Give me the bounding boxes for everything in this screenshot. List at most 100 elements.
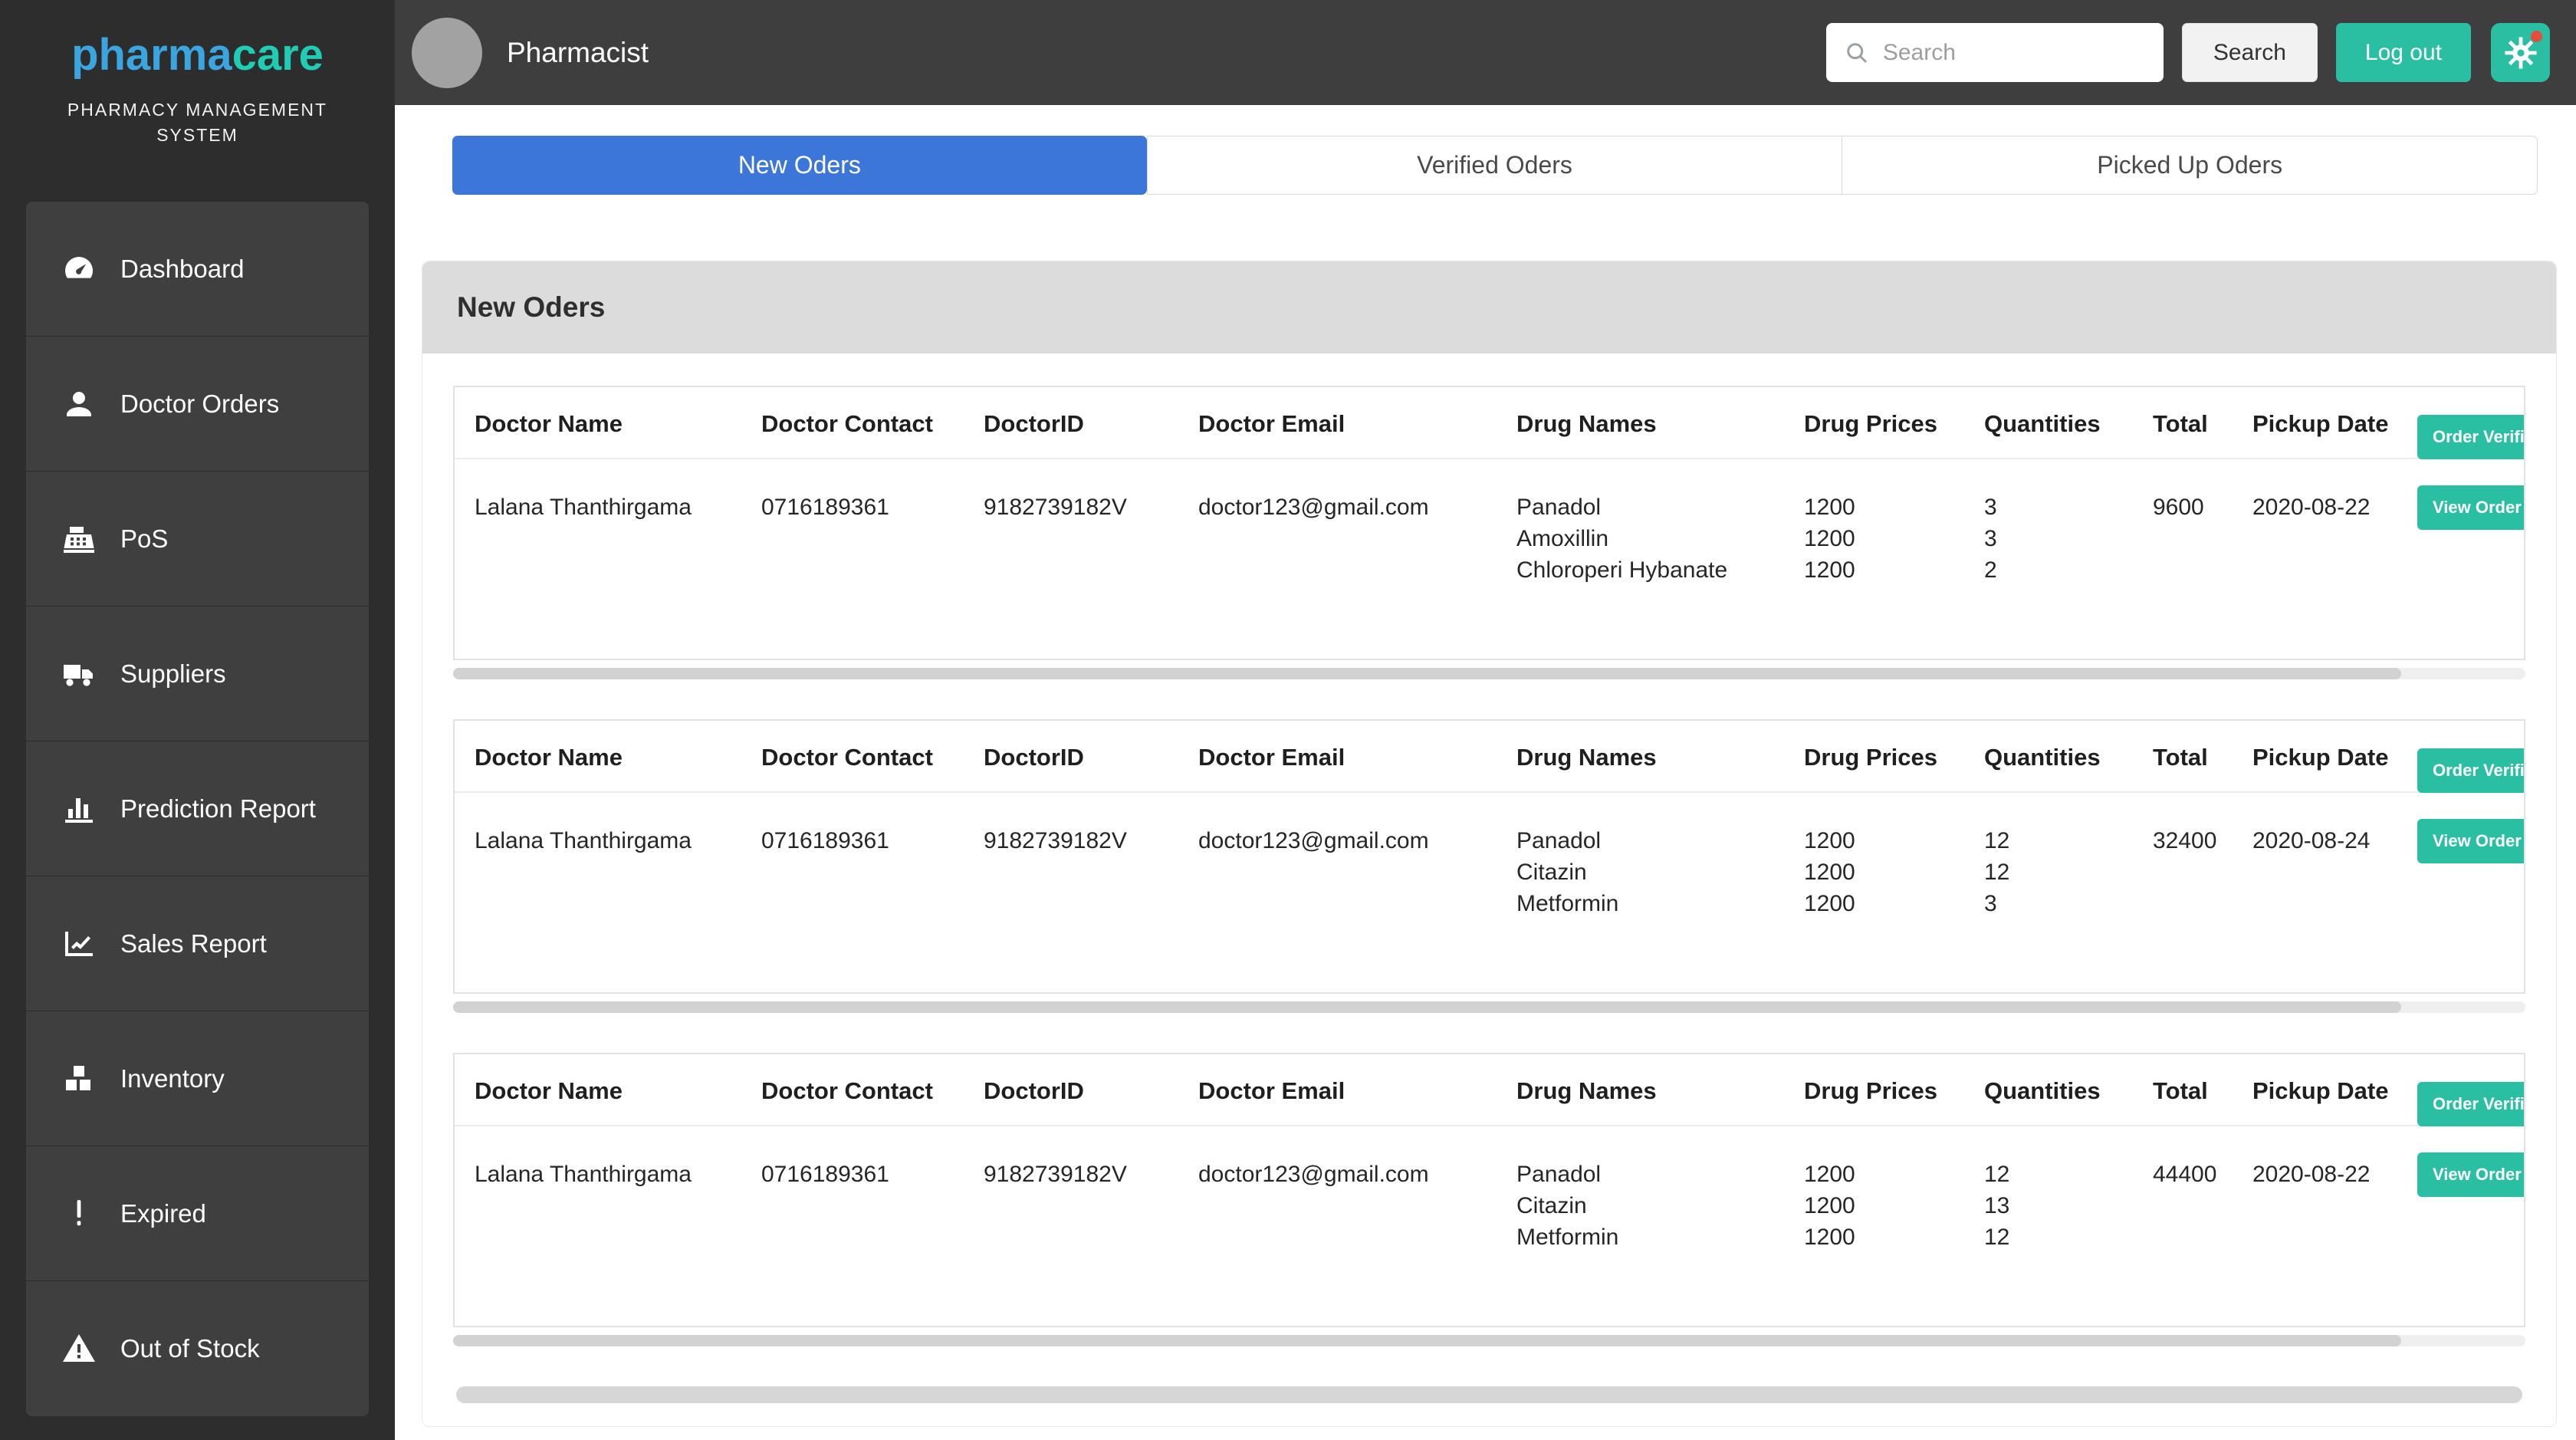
col-quantities: Quantities	[1984, 1054, 2153, 1125]
scrollbar-thumb[interactable]	[453, 668, 2401, 679]
quantities: 12 12 3	[1984, 793, 2153, 992]
order-row: Lalana Thanthirgama 0716189361 918273918…	[455, 1126, 2524, 1326]
drug-name: Panadol	[1516, 1159, 1790, 1190]
doctor-id: 9182739182V	[984, 1126, 1198, 1326]
sidebar-item-prediction-report[interactable]: Prediction Report	[26, 741, 369, 876]
quantity: 13	[1984, 1190, 2139, 1221]
view-order-button[interactable]: View Order	[2417, 819, 2525, 863]
sidebar-item-label: PoS	[120, 524, 168, 554]
search-icon	[1843, 39, 1871, 67]
col-doctor-email: Doctor Email	[1198, 1054, 1516, 1125]
sidebar-item-label: Prediction Report	[120, 794, 316, 824]
drug-price: 1200	[1804, 1221, 1970, 1253]
table-horizontal-scrollbar[interactable]	[453, 1335, 2525, 1346]
sidebar-item-suppliers[interactable]: Suppliers	[26, 607, 369, 741]
brand-tagline-line2: SYSTEM	[0, 123, 395, 148]
tab-verified-orders[interactable]: Verified Oders	[1147, 136, 1843, 195]
drug-name: Chloroperi Hybanate	[1516, 554, 1790, 586]
sidebar-item-out-of-stock[interactable]: Out of Stock	[26, 1281, 369, 1416]
app-root: pharmacare PHARMACY MANAGEMENT SYSTEM Da…	[0, 0, 2576, 1440]
tab-new-orders[interactable]: New Oders	[452, 136, 1147, 195]
view-order-button[interactable]: View Order	[2417, 1152, 2525, 1197]
doctor-id: 9182739182V	[984, 459, 1198, 659]
col-doctor-id: DoctorID	[984, 721, 1198, 791]
brand-logo-secondary: care	[232, 30, 324, 80]
col-total: Total	[2153, 721, 2252, 791]
view-order-button[interactable]: View Order	[2417, 485, 2525, 530]
quantity: 12	[1984, 1159, 2139, 1190]
order-verified-button[interactable]: Order Verified	[2417, 1082, 2525, 1126]
order-table-wrap: Doctor Name Doctor Contact DoctorID Doct…	[453, 1053, 2525, 1327]
pos-icon	[61, 521, 97, 557]
exclamation-icon	[61, 1195, 97, 1232]
sidebar-item-pos[interactable]: PoS	[26, 472, 369, 607]
drug-name: Amoxillin	[1516, 523, 1790, 554]
sidebar-item-dashboard[interactable]: Dashboard	[26, 202, 369, 337]
settings-button[interactable]	[2491, 23, 2550, 82]
drug-names: Panadol Amoxillin Chloroperi Hybanate	[1516, 459, 1804, 659]
quantity: 3	[1984, 492, 2139, 523]
new-orders-panel: New Oders Doctor Name Doctor Contact Doc…	[422, 261, 2557, 1427]
col-doctor-name: Doctor Name	[455, 721, 761, 791]
doctor-contact: 0716189361	[761, 459, 984, 659]
sidebar-menu: Dashboard Doctor Orders PoS Suppliers Pr…	[26, 202, 369, 1416]
col-drug-names: Drug Names	[1516, 1054, 1804, 1125]
sidebar-item-sales-report[interactable]: Sales Report	[26, 876, 369, 1011]
drug-names: Panadol Citazin Metformin	[1516, 1126, 1804, 1326]
order-row: Lalana Thanthirgama 0716189361 918273918…	[455, 793, 2524, 992]
drug-name: Panadol	[1516, 492, 1790, 523]
table-header-row: Doctor Name Doctor Contact DoctorID Doct…	[455, 387, 2524, 459]
drug-price: 1200	[1804, 523, 1970, 554]
sidebar-item-inventory[interactable]: Inventory	[26, 1011, 369, 1146]
drug-prices: 1200 1200 1200	[1804, 459, 1984, 659]
search-button[interactable]: Search	[2182, 23, 2318, 82]
sidebar-item-expired[interactable]: Expired	[26, 1146, 369, 1281]
drug-prices: 1200 1200 1200	[1804, 1126, 1984, 1326]
col-quantities: Quantities	[1984, 721, 2153, 791]
order-total: 44400	[2153, 1126, 2252, 1326]
logout-button[interactable]: Log out	[2336, 23, 2471, 82]
quantity: 3	[1984, 888, 2139, 919]
order-table-wrap: Doctor Name Doctor Contact DoctorID Doct…	[453, 386, 2525, 660]
doctor-email: doctor123@gmail.com	[1198, 459, 1516, 659]
doctor-name: Lalana Thanthirgama	[455, 1126, 761, 1326]
scrollbar-thumb[interactable]	[453, 1335, 2401, 1346]
search-box	[1826, 23, 2164, 82]
order-row: Lalana Thanthirgama 0716189361 918273918…	[455, 459, 2524, 659]
boxes-icon	[61, 1060, 97, 1097]
col-drug-prices: Drug Prices	[1804, 387, 1984, 458]
doctor-email: doctor123@gmail.com	[1198, 793, 1516, 992]
table-header-row: Doctor Name Doctor Contact DoctorID Doct…	[455, 1054, 2524, 1126]
panel-horizontal-scrollbar[interactable]	[456, 1386, 2522, 1403]
sidebar-item-label: Suppliers	[120, 659, 226, 689]
doctor-name: Lalana Thanthirgama	[455, 793, 761, 992]
sidebar-item-doctor-orders[interactable]: Doctor Orders	[26, 337, 369, 472]
tab-picked-up-orders[interactable]: Picked Up Oders	[1842, 136, 2538, 195]
drug-name: Metformin	[1516, 888, 1790, 919]
order-verified-button[interactable]: Order Verified	[2417, 748, 2525, 793]
panel-title: New Oders	[422, 261, 2556, 353]
doctor-email: doctor123@gmail.com	[1198, 1126, 1516, 1326]
table-horizontal-scrollbar[interactable]	[453, 668, 2525, 679]
order-tabs: New Oders Verified Oders Picked Up Oders	[452, 136, 2538, 195]
main-content: New Oders Verified Oders Picked Up Oders…	[395, 105, 2576, 1440]
drug-price: 1200	[1804, 888, 1970, 919]
doctor-id: 9182739182V	[984, 793, 1198, 992]
col-drug-prices: Drug Prices	[1804, 721, 1984, 791]
order-total: 32400	[2153, 793, 2252, 992]
search-input[interactable]	[1883, 40, 2147, 66]
quantity: 12	[1984, 1221, 2139, 1253]
drug-price: 1200	[1804, 1190, 1970, 1221]
order-verified-button[interactable]: Order Verified	[2417, 415, 2525, 459]
order-table-2: Doctor Name Doctor Contact DoctorID Doct…	[453, 719, 2525, 1013]
drug-names: Panadol Citazin Metformin	[1516, 793, 1804, 992]
user-avatar[interactable]	[412, 18, 482, 88]
line-chart-icon	[61, 925, 97, 962]
dashboard-icon	[61, 251, 97, 288]
order-table-1: Doctor Name Doctor Contact DoctorID Doct…	[453, 386, 2525, 679]
brand-logo: pharmacare	[0, 0, 395, 81]
col-doctor-contact: Doctor Contact	[761, 721, 984, 791]
table-horizontal-scrollbar[interactable]	[453, 1001, 2525, 1013]
scrollbar-thumb[interactable]	[453, 1001, 2401, 1013]
col-doctor-name: Doctor Name	[455, 1054, 761, 1125]
